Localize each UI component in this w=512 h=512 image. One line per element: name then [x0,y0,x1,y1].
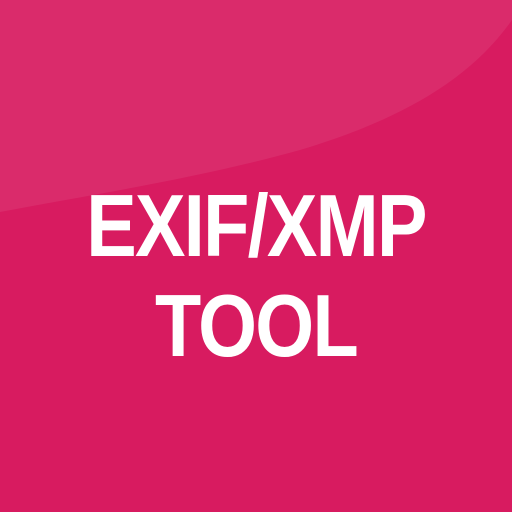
app-title: EXIF/XMP TOOL [36,176,476,376]
app-title-line-1: EXIF/XMP [86,176,427,275]
app-title-line-2: TOOL [155,276,359,375]
app-icon-tile: EXIF/XMP TOOL [0,0,512,512]
